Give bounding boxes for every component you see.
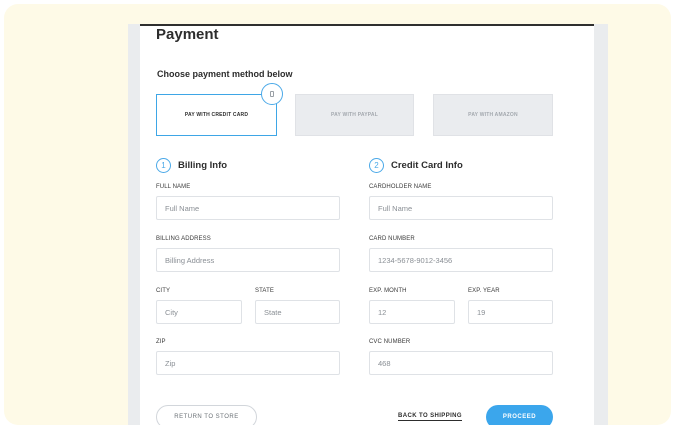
pay-with-paypal-button[interactable]: PAY WITH PAYPAL	[295, 94, 414, 136]
proceed-button[interactable]: PROCEED	[486, 405, 553, 425]
card-step-number: 2	[369, 158, 384, 173]
right-gutter	[594, 24, 608, 425]
pay-with-amazon-button[interactable]: PAY WITH AMAZON	[433, 94, 553, 136]
return-to-store-button[interactable]: RETURN TO STORE	[156, 405, 257, 425]
payment-form: Payment Choose payment method below PAY …	[140, 24, 594, 425]
credit-card-info-title: Credit Card Info	[391, 160, 463, 171]
billing-address-label: BILLING ADDRESS	[156, 236, 211, 242]
payment-method-heading: Choose payment method below	[157, 69, 293, 79]
exp-month-label: EXP. MONTH	[369, 288, 407, 294]
billing-address-field[interactable]	[156, 248, 340, 272]
cvc-number-label: CVC NUMBER	[369, 339, 411, 345]
city-label: CITY	[156, 288, 171, 294]
cvc-number-field[interactable]	[369, 351, 553, 375]
billing-step-number: 1	[156, 158, 171, 173]
card-number-label: CARD NUMBER	[369, 236, 415, 242]
state-field[interactable]	[255, 300, 340, 324]
exp-year-field[interactable]	[468, 300, 553, 324]
cardholder-name-field[interactable]	[369, 196, 553, 220]
back-to-shipping-link[interactable]: BACK TO SHIPPING	[398, 413, 462, 421]
city-field[interactable]	[156, 300, 242, 324]
full-name-label: FULL NAME	[156, 184, 191, 190]
state-label: STATE	[255, 288, 274, 294]
exp-month-field[interactable]	[369, 300, 455, 324]
cardholder-name-label: CARDHOLDER NAME	[369, 184, 432, 190]
card-icon	[261, 83, 283, 105]
billing-info-title: Billing Info	[178, 160, 228, 171]
full-name-field[interactable]	[156, 196, 340, 220]
page-title: Payment	[156, 26, 219, 43]
card-number-field[interactable]	[369, 248, 553, 272]
zip-field[interactable]	[156, 351, 340, 375]
left-gutter	[128, 24, 140, 425]
pay-with-credit-card-button[interactable]: PAY WITH CREDIT CARD	[156, 94, 277, 136]
exp-year-label: EXP. YEAR	[468, 288, 500, 294]
zip-label: ZIP	[156, 339, 166, 345]
